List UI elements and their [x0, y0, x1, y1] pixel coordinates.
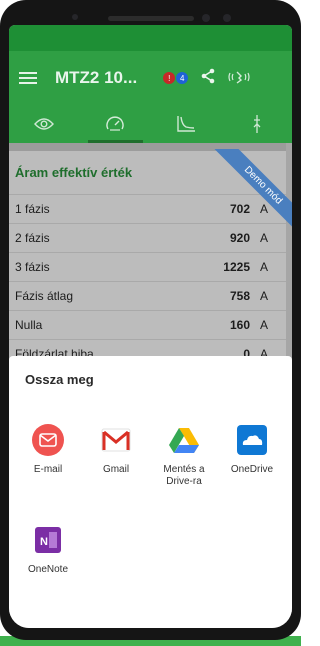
share-target-gmail[interactable]: Gmail [84, 424, 148, 476]
tab-signal[interactable] [221, 105, 292, 143]
vibration-icon[interactable] [228, 70, 250, 87]
row-value: 758 [229, 289, 250, 303]
google-drive-icon [168, 424, 200, 456]
share-target-label: Gmail [102, 464, 130, 475]
status-bar [9, 25, 292, 51]
tab-curve[interactable] [151, 105, 222, 143]
row-label: 2 fázis [15, 231, 50, 245]
curve-icon [177, 116, 195, 132]
row-label: Nulla [15, 318, 43, 332]
front-camera-icon [202, 14, 210, 22]
row-label: Fázis átlag [15, 289, 74, 303]
share-target-onedrive[interactable]: OneDrive [220, 424, 284, 476]
share-target-label: OneNote [27, 564, 69, 575]
signal-icon [253, 115, 261, 133]
table-row: Fázis átlag 758 A [9, 282, 286, 311]
gauge-icon [106, 116, 124, 131]
menu-icon[interactable] [19, 72, 37, 84]
proximity-sensor-icon [223, 14, 231, 22]
tab-gauge[interactable] [80, 105, 151, 143]
share-icon[interactable] [200, 68, 216, 89]
table-row: Nulla 160 A [9, 311, 286, 340]
table-row: 3 fázis 1225 A [9, 253, 286, 282]
share-target-label: OneDrive [230, 464, 274, 475]
share-target-label: E-mail [33, 464, 63, 475]
demo-ribbon-label: Demo mód [211, 149, 292, 238]
speaker-grille [107, 15, 194, 21]
row-unit: A [260, 318, 269, 332]
onenote-icon: N [32, 524, 64, 556]
sensor-icon [72, 14, 78, 20]
demo-ribbon: Demo mód [192, 149, 292, 249]
app-title: MTZ2 10... [55, 68, 138, 87]
share-target-onenote[interactable]: N OneNote [16, 524, 80, 576]
gmail-icon [100, 424, 132, 456]
onedrive-icon [236, 424, 268, 456]
phone-screen: MTZ2 10... ! 4 Áram effektív érték Demo … [9, 25, 292, 628]
row-label: 1 fázis [15, 202, 50, 216]
app-bar: MTZ2 10... ! 4 [9, 51, 292, 105]
share-sheet: Ossza meg E-mail Gmail Mentés a Drive-ra… [9, 356, 292, 628]
row-label: 3 fázis [15, 260, 50, 274]
email-icon [32, 424, 64, 456]
alert-badge[interactable]: ! [163, 72, 176, 84]
row-unit: A [260, 260, 269, 274]
row-value: 160 [229, 318, 250, 332]
share-sheet-title: Ossza meg [25, 372, 94, 387]
share-target-drive[interactable]: Mentés a Drive-ra [152, 424, 216, 488]
row-value: 1225 [223, 260, 250, 274]
svg-text:N: N [40, 536, 48, 548]
eye-icon [34, 118, 55, 130]
share-target-label: Mentés a Drive-ra [163, 464, 205, 487]
current-card: Áram effektív érték Demo mód 1 fázis 702… [9, 149, 292, 369]
tab-bar [9, 105, 292, 143]
row-unit: A [260, 289, 269, 303]
share-target-email[interactable]: E-mail [16, 424, 80, 476]
count-badge[interactable]: 4 [176, 72, 189, 84]
tab-eye[interactable] [9, 105, 80, 143]
phone-frame: MTZ2 10... ! 4 Áram effektív érték Demo … [0, 0, 301, 640]
